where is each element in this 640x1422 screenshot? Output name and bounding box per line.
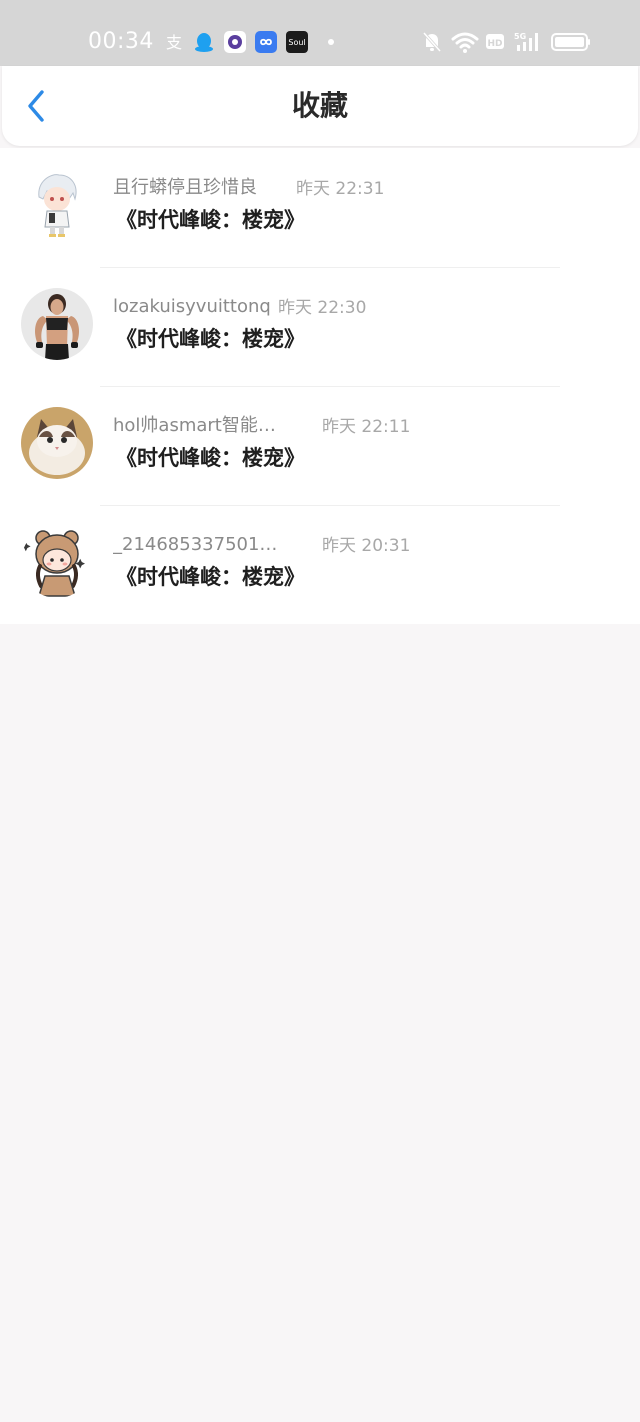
timestamp: 昨天 22:31	[296, 179, 385, 199]
book-title[interactable]: 《时代峰峻：楼宠》	[116, 444, 305, 472]
username: lozakuisyvuittonq	[113, 296, 271, 317]
page-title: 收藏	[291, 89, 348, 122]
svg-text:支: 支	[166, 33, 182, 52]
avatar[interactable]	[21, 169, 93, 241]
avatar[interactable]	[21, 288, 93, 360]
avatar[interactable]	[21, 526, 93, 598]
username: hol帅asmart智能…	[113, 415, 276, 436]
fitness-woman-avatar	[21, 288, 93, 360]
notification-dot-icon	[328, 39, 334, 45]
mute-bell-icon	[422, 32, 442, 52]
list-item[interactable]: lozakuisyvuittonq 昨天 22:30 《时代峰峻：楼宠》	[0, 267, 640, 386]
qq-icon	[195, 33, 213, 52]
username: _214685337501…	[113, 534, 278, 555]
status-time: 00:34	[88, 29, 154, 54]
book-title[interactable]: 《时代峰峻：楼宠》	[116, 563, 305, 591]
username: 且行蟒停且珍惜良	[113, 177, 257, 198]
svg-text:5G: 5G	[514, 32, 526, 41]
bear-hood-girl-avatar	[21, 526, 93, 598]
svg-text:Soul: Soul	[288, 38, 305, 47]
timestamp: 昨天 22:11	[322, 417, 411, 437]
browser-icon	[224, 31, 246, 53]
book-title[interactable]: 《时代峰峻：楼宠》	[116, 206, 305, 234]
kitten-avatar	[21, 407, 93, 479]
book-title[interactable]: 《时代峰峻：楼宠》	[116, 325, 305, 353]
timestamp: 昨天 20:31	[322, 536, 411, 556]
list-item[interactable]: _214685337501… 昨天 20:31 《时代峰峻：楼宠》	[0, 505, 640, 624]
list-item[interactable]: hol帅asmart智能… 昨天 22:11 《时代峰峻：楼宠》	[0, 386, 640, 505]
status-bar: 00:34 支 Soul HD 5G	[0, 0, 640, 66]
wifi-icon	[451, 32, 479, 53]
list-item[interactable]: 且行蟒停且珍惜良 昨天 22:31 《时代峰峻：楼宠》	[0, 148, 640, 267]
favorites-list: 且行蟒停且珍惜良 昨天 22:31 《时代峰峻：楼宠》 lozakuisyvui…	[0, 148, 640, 624]
nav-bar: 收藏	[2, 66, 638, 146]
anime-boy-avatar	[21, 169, 93, 241]
infinity-app-icon	[255, 31, 277, 53]
hd-icon: HD	[486, 34, 504, 49]
timestamp: 昨天 22:30	[278, 298, 367, 318]
signal-5g-icon: 5G	[514, 32, 538, 51]
soul-app-icon: Soul	[286, 31, 308, 53]
avatar[interactable]	[21, 407, 93, 479]
alipay-icon: 支	[166, 33, 182, 52]
battery-icon	[551, 33, 590, 51]
svg-text:HD: HD	[487, 39, 502, 49]
